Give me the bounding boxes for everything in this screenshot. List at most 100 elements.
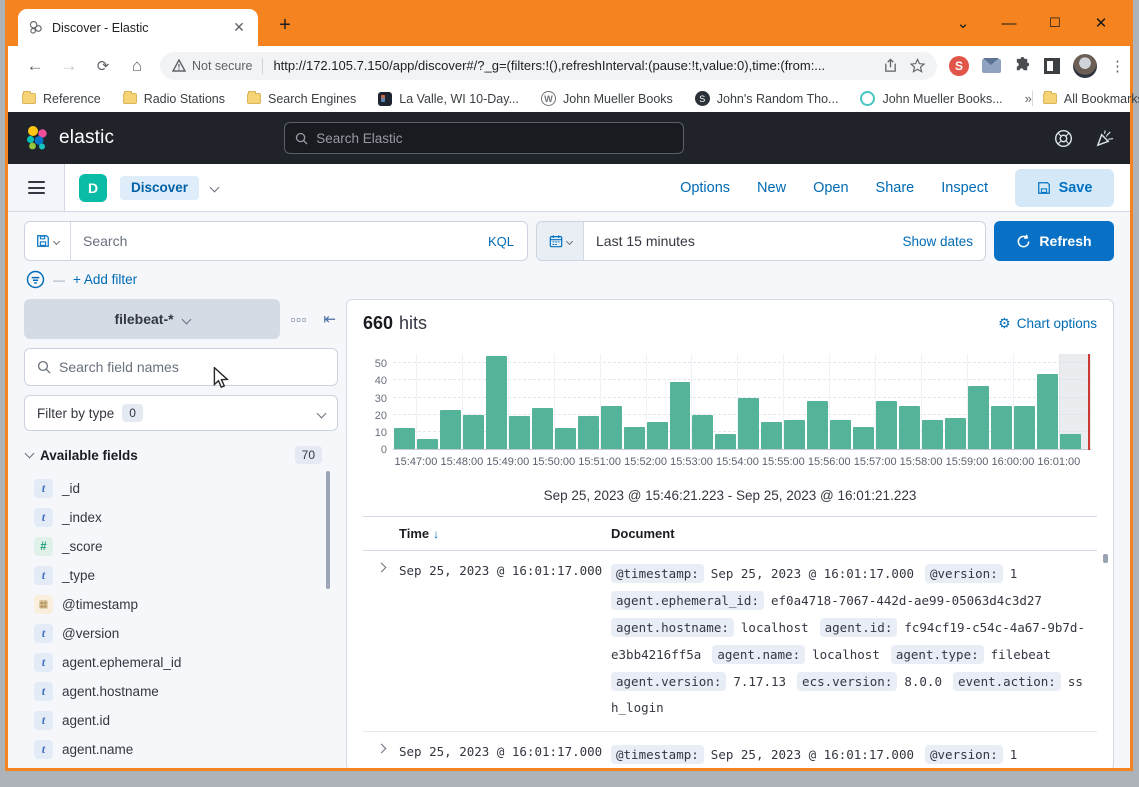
field-item[interactable]: ▦@timestamp bbox=[24, 590, 338, 619]
help-icon[interactable] bbox=[1054, 129, 1073, 148]
field-item[interactable]: tagent.name bbox=[24, 735, 338, 764]
histogram-bar[interactable] bbox=[578, 416, 599, 449]
space-avatar[interactable]: D bbox=[79, 174, 107, 202]
query-input[interactable]: Search bbox=[71, 233, 488, 249]
chevron-down-icon[interactable] bbox=[210, 183, 220, 193]
field-item[interactable]: t_index bbox=[24, 503, 338, 532]
sidebar-scrollbar[interactable] bbox=[326, 471, 330, 589]
extensions-puzzle-icon[interactable] bbox=[1014, 57, 1031, 74]
browser-tab[interactable]: Discover - Elastic ✕ bbox=[18, 9, 258, 46]
refresh-button[interactable]: Refresh bbox=[994, 221, 1114, 261]
histogram-bar[interactable] bbox=[463, 415, 484, 449]
histogram-bar[interactable] bbox=[601, 406, 622, 449]
histogram-bar[interactable] bbox=[922, 420, 943, 449]
histogram-bar[interactable] bbox=[991, 406, 1012, 449]
topnav-open[interactable]: Open bbox=[813, 180, 848, 196]
table-scrollbar[interactable] bbox=[1103, 554, 1108, 563]
new-tab-button[interactable]: + bbox=[272, 14, 298, 37]
bookmark-item[interactable]: SJohn's Random Tho... bbox=[695, 91, 839, 106]
saved-query-menu-button[interactable] bbox=[25, 222, 71, 260]
histogram-bar[interactable] bbox=[394, 428, 415, 449]
histogram-bar[interactable] bbox=[532, 408, 553, 449]
bookmark-item[interactable]: La Valle, WI 10-Day... bbox=[378, 92, 519, 106]
mail-extension-icon[interactable] bbox=[982, 59, 1001, 73]
show-dates-button[interactable]: Show dates bbox=[902, 234, 985, 249]
window-maximize-button[interactable]: ☐ bbox=[1044, 15, 1066, 31]
field-item[interactable]: #_score bbox=[24, 532, 338, 561]
chart-options-button[interactable]: ⚙ Chart options bbox=[998, 315, 1097, 332]
index-pattern-select[interactable]: filebeat-* bbox=[24, 299, 280, 339]
topnav-new[interactable]: New bbox=[757, 180, 786, 196]
filter-by-type-select[interactable]: Filter by type 0 bbox=[24, 395, 338, 431]
time-column-header[interactable]: Time↓ bbox=[399, 526, 611, 541]
bookmark-item[interactable]: Reference bbox=[22, 92, 101, 106]
field-item[interactable]: tagent.ephemeral_id bbox=[24, 648, 338, 677]
browser-menu-icon[interactable]: ⋮ bbox=[1110, 57, 1120, 75]
field-item[interactable]: t@version bbox=[24, 619, 338, 648]
filter-set-icon[interactable] bbox=[26, 270, 45, 289]
reader-extension-icon[interactable] bbox=[1044, 58, 1060, 74]
field-item[interactable]: t_type bbox=[24, 561, 338, 590]
breadcrumb[interactable]: Discover bbox=[120, 176, 199, 200]
window-minimize-button[interactable]: — bbox=[998, 15, 1020, 32]
histogram-bar[interactable] bbox=[555, 428, 576, 449]
time-range-value[interactable]: Last 15 minutes bbox=[584, 233, 902, 249]
histogram-bar[interactable] bbox=[647, 422, 668, 449]
field-item[interactable]: tagent.id bbox=[24, 706, 338, 735]
back-button[interactable]: ← bbox=[21, 52, 49, 80]
histogram-bar[interactable] bbox=[624, 427, 645, 449]
topnav-inspect[interactable]: Inspect bbox=[941, 180, 988, 196]
elastic-logo[interactable]: elastic bbox=[24, 125, 114, 151]
histogram-bar[interactable] bbox=[1014, 406, 1035, 449]
histogram-bar[interactable] bbox=[1037, 374, 1058, 449]
date-quick-menu-button[interactable] bbox=[537, 222, 584, 260]
query-language-button[interactable]: KQL bbox=[488, 234, 527, 249]
profile-avatar[interactable] bbox=[1073, 54, 1097, 78]
histogram-bar[interactable] bbox=[486, 356, 507, 449]
window-close-button[interactable]: ✕ bbox=[1090, 14, 1112, 32]
topnav-options[interactable]: Options bbox=[680, 180, 730, 196]
address-bar[interactable]: Not secure http://172.105.7.150/app/disc… bbox=[160, 52, 937, 80]
newsfeed-icon[interactable] bbox=[1095, 129, 1114, 148]
s-shield-extension-icon[interactable]: S bbox=[949, 56, 969, 76]
forward-button[interactable]: → bbox=[55, 52, 83, 80]
expand-row-icon[interactable] bbox=[376, 744, 386, 754]
histogram-bar[interactable] bbox=[1060, 434, 1081, 449]
histogram-bar[interactable] bbox=[761, 422, 782, 449]
tab-close-icon[interactable]: ✕ bbox=[230, 19, 248, 36]
histogram-bar[interactable] bbox=[830, 420, 851, 449]
histogram-bar[interactable] bbox=[899, 406, 920, 449]
histogram-bar[interactable] bbox=[807, 401, 828, 449]
field-item[interactable]: tagent.hostname bbox=[24, 677, 338, 706]
bookmark-item[interactable]: Search Engines bbox=[247, 92, 356, 106]
collapse-sidebar-icon[interactable]: ⇤ bbox=[323, 310, 336, 328]
histogram-bar[interactable] bbox=[692, 415, 713, 449]
field-item[interactable]: t_id bbox=[24, 474, 338, 503]
histogram-bar[interactable] bbox=[715, 434, 736, 449]
field-search-input[interactable]: Search field names bbox=[24, 348, 338, 386]
histogram-bar[interactable] bbox=[784, 420, 805, 449]
add-filter-button[interactable]: + Add filter bbox=[73, 272, 137, 287]
window-dropdown-icon[interactable]: ⌄ bbox=[952, 14, 974, 32]
histogram-bar[interactable] bbox=[670, 382, 691, 449]
histogram-bar[interactable] bbox=[853, 427, 874, 449]
histogram-bar[interactable] bbox=[968, 386, 989, 449]
all-bookmarks-button[interactable]: All Bookmarks bbox=[1043, 92, 1139, 106]
histogram-bar[interactable] bbox=[440, 410, 461, 449]
topnav-share[interactable]: Share bbox=[876, 180, 915, 196]
share-icon[interactable] bbox=[883, 58, 898, 73]
histogram-bar[interactable] bbox=[417, 439, 438, 449]
field-settings-icon[interactable]: ▫▫▫ bbox=[291, 312, 308, 327]
global-search-input[interactable]: Search Elastic bbox=[284, 122, 684, 154]
histogram-bar[interactable] bbox=[945, 418, 966, 449]
expand-row-icon[interactable] bbox=[376, 563, 386, 573]
histogram-bar[interactable] bbox=[738, 398, 759, 449]
bookmarks-overflow-icon[interactable]: » bbox=[1025, 91, 1032, 106]
bookmark-item[interactable]: John Mueller Books... bbox=[860, 91, 1002, 106]
bookmark-star-icon[interactable] bbox=[910, 58, 925, 73]
save-button[interactable]: Save bbox=[1015, 169, 1114, 207]
reload-button[interactable]: ⟳ bbox=[89, 52, 117, 80]
available-fields-header[interactable]: Available fields 70 bbox=[24, 446, 338, 464]
histogram-bar[interactable] bbox=[509, 416, 530, 449]
main-menu-button[interactable] bbox=[8, 164, 65, 211]
